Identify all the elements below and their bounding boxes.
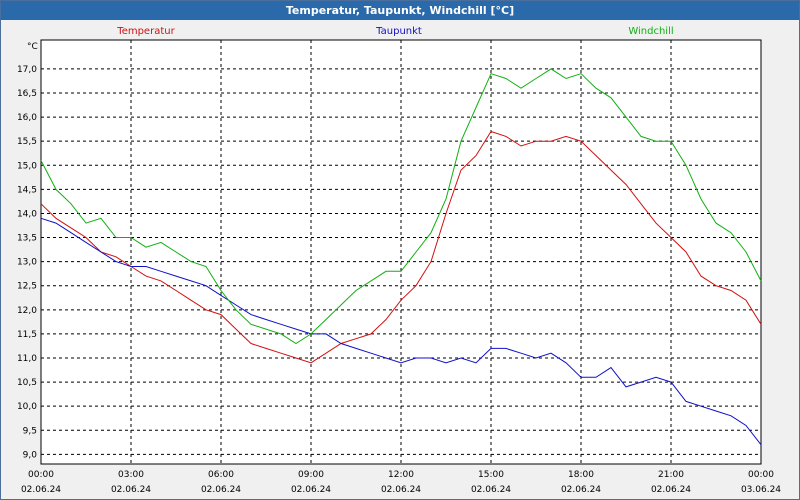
y-tick-label: 13,0 [17,258,37,268]
x-tick-date: 02.06.24 [111,485,151,495]
y-tick-label: 12,0 [17,306,37,316]
legend: Temperatur Taupunkt Windchill [116,26,673,37]
x-tick-time: 00:00 [748,470,774,480]
x-tick-time: 00:00 [28,470,54,480]
chart-canvas: 9,0 9,5 10,0 10,5 11,0 11,5 12,0 12,5 13,0 13,5 14… [17,26,781,495]
legend-item-windchill: Windchill [628,26,673,37]
y-tick-label: 9,0 [23,450,38,460]
x-tick-date: 02.06.24 [561,485,601,495]
legend-item-taupunkt: Taupunkt [375,26,422,37]
x-axis-ticks: 00:00 02.06.24 03:00 02.06.24 06:00 02.06.24 0… [21,470,781,495]
y-tick-label: 14,5 [17,185,37,195]
y-tick-label: 12,5 [17,282,37,292]
y-tick-label: 17,0 [17,65,37,75]
x-tick-date: 02.06.24 [381,485,421,495]
x-tick-time: 21:00 [658,470,684,480]
y-tick-label: 15,5 [17,137,37,147]
chart-window: Temperatur, Taupunkt, Windchill [°C] 9,0… [0,0,800,500]
y-tick-label: 10,5 [17,378,37,388]
y-tick-label: 13,5 [17,234,37,244]
x-tick-time: 06:00 [208,470,234,480]
y-tick-label: 14,0 [17,209,37,219]
y-tick-label: 11,5 [17,330,37,340]
legend-item-temperatur: Temperatur [116,26,175,37]
y-tick-label: 10,0 [17,402,37,412]
y-tick-label: 16,5 [17,89,37,99]
y-tick-label: 11,0 [17,354,37,364]
y-axis-label: °C [27,42,38,52]
x-tick-date: 02.06.24 [291,485,331,495]
y-tick-label: 16,0 [17,113,37,123]
y-tick-label: 15,0 [17,161,37,171]
x-tick-date: 02.06.24 [21,485,61,495]
x-tick-date: 02.06.24 [471,485,511,495]
x-tick-time: 18:00 [568,470,594,480]
x-tick-time: 03:00 [118,470,144,480]
x-tick-date: 03.06.24 [741,485,781,495]
y-axis-ticks: 9,0 9,5 10,0 10,5 11,0 11,5 12,0 12,5 13,0 13,5 14… [17,65,37,460]
y-tick-label: 9,5 [23,426,37,436]
x-tick-date: 02.06.24 [651,485,691,495]
x-tick-time: 09:00 [298,470,324,480]
x-tick-time: 15:00 [478,470,504,480]
x-tick-date: 02.06.24 [201,485,241,495]
x-tick-time: 12:00 [388,470,414,480]
